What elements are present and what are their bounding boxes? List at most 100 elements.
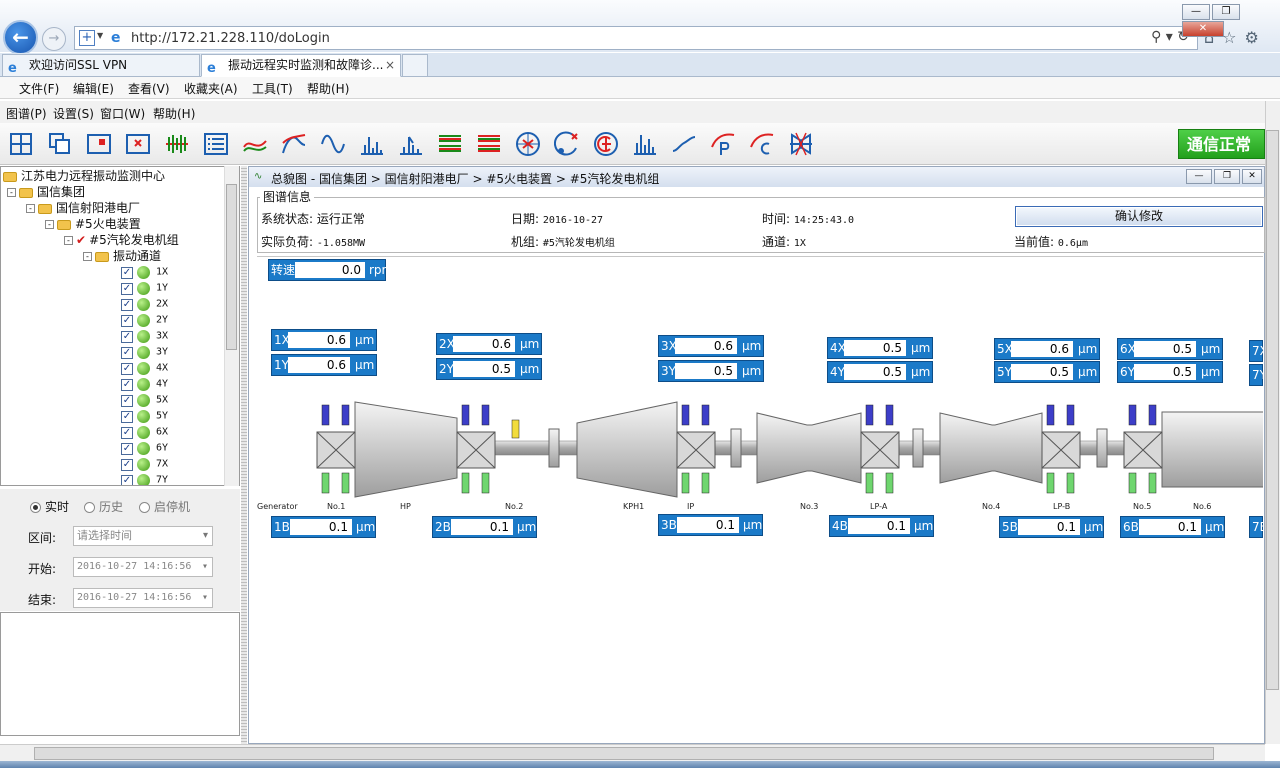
- multi-trend-red-icon[interactable]: [476, 131, 502, 157]
- probe-bottom[interactable]: [1046, 472, 1055, 494]
- probe-xy[interactable]: [1046, 404, 1055, 426]
- tree-channel-item[interactable]: ✓ 5Y: [121, 408, 168, 424]
- tree-channel-item[interactable]: ✓ 6X: [121, 424, 168, 440]
- bearing-tag[interactable]: 1B 0.1 µm: [271, 516, 376, 538]
- probe-bottom[interactable]: [1066, 472, 1075, 494]
- back-button[interactable]: ←: [3, 20, 38, 55]
- probe-bottom[interactable]: [1148, 472, 1157, 494]
- window-close-icon[interactable]: ✕: [1242, 169, 1262, 184]
- probe-xy[interactable]: [321, 404, 330, 426]
- minimize-icon[interactable]: —: [1182, 4, 1210, 20]
- cascade-windows-icon[interactable]: [47, 131, 73, 157]
- bearing-tag[interactable]: 7B: [1249, 516, 1263, 538]
- url-text[interactable]: http://172.21.228.110/doLogin: [131, 31, 330, 46]
- tree-channel-item[interactable]: ✓ 4X: [121, 360, 168, 376]
- tree-node-machine[interactable]: - ✔ #5汽轮发电机组: [64, 232, 179, 248]
- p-curve-icon[interactable]: [710, 131, 736, 157]
- checkbox-icon[interactable]: ✓: [121, 442, 133, 455]
- menu-favorites[interactable]: 收藏夹(A): [184, 80, 238, 97]
- tree-channel-item[interactable]: ✓ 2X: [121, 296, 168, 312]
- chevron-down-icon[interactable]: ▼: [97, 31, 103, 40]
- tree-node-plant[interactable]: - 国信射阳港电厂: [26, 200, 140, 216]
- trend-lines-icon[interactable]: [242, 131, 268, 157]
- window-controls[interactable]: — ❐✕: [1180, 3, 1280, 37]
- menu-file[interactable]: 文件(F): [19, 80, 59, 97]
- tree-node-channels[interactable]: - 振动通道: [83, 248, 161, 264]
- probe-bottom[interactable]: [885, 472, 894, 494]
- bode-plot-icon[interactable]: [281, 131, 307, 157]
- close-icon[interactable]: ✕: [1182, 21, 1224, 37]
- probe-bottom[interactable]: [461, 472, 470, 494]
- restore-icon[interactable]: ❐: [1212, 4, 1240, 20]
- keyphasor-probe[interactable]: [511, 419, 520, 439]
- sine-wave-icon[interactable]: [320, 131, 346, 157]
- tree-channel-item[interactable]: ✓ 1Y: [121, 280, 168, 296]
- collapse-icon[interactable]: -: [45, 220, 54, 229]
- tree-channel-item[interactable]: ✓ 6Y: [121, 440, 168, 456]
- probe-xy[interactable]: [341, 404, 350, 426]
- tree-scroll-thumb[interactable]: [226, 184, 237, 350]
- app-menu-window[interactable]: 窗口(W): [100, 105, 145, 122]
- probe-xy[interactable]: [701, 404, 710, 426]
- channel-tag[interactable]: 4X 0.5 µm: [827, 337, 933, 359]
- checkbox-icon[interactable]: ✓: [121, 346, 133, 359]
- bearing-tag[interactable]: 5B 0.1 µm: [999, 516, 1104, 538]
- probe-bottom[interactable]: [1128, 472, 1137, 494]
- c-curve-icon[interactable]: [749, 131, 775, 157]
- tree-channel-item[interactable]: ✓ 5X: [121, 392, 168, 408]
- tree-channel-item[interactable]: ✓ 4Y: [121, 376, 168, 392]
- multi-trend-icon[interactable]: [437, 131, 463, 157]
- checkbox-icon[interactable]: ✓: [121, 282, 133, 295]
- probe-bottom[interactable]: [341, 472, 350, 494]
- checkbox-icon[interactable]: ✓: [121, 362, 133, 375]
- menu-help[interactable]: 帮助(H): [307, 80, 349, 97]
- probe-bottom[interactable]: [701, 472, 710, 494]
- probe-xy[interactable]: [1066, 404, 1075, 426]
- bearing-tag[interactable]: 3B 0.1 µm: [658, 514, 763, 536]
- shaft-centerline-icon[interactable]: [554, 131, 580, 157]
- tree-root[interactable]: 江苏电力远程振动监测中心: [3, 168, 165, 184]
- collapse-icon[interactable]: -: [64, 236, 73, 245]
- tab-vibration-monitor[interactable]: e 振动远程实时监测和故障诊... ×: [201, 54, 401, 77]
- polar-plot-icon[interactable]: [593, 131, 619, 157]
- vertical-scroll-thumb[interactable]: [1266, 130, 1279, 690]
- checkbox-icon[interactable]: ✓: [121, 266, 133, 279]
- bearing-tag[interactable]: 6B 0.1 µm: [1120, 516, 1225, 538]
- radio-icon[interactable]: [139, 502, 150, 513]
- horizontal-scroll-thumb[interactable]: [34, 747, 1214, 760]
- probe-xy[interactable]: [461, 404, 470, 426]
- app-menu-help[interactable]: 帮助(H): [153, 105, 195, 122]
- tree-channel-item[interactable]: ✓ 3Y: [121, 344, 168, 360]
- horizontal-scrollbar[interactable]: [0, 744, 1265, 761]
- checkbox-icon[interactable]: ✓: [121, 378, 133, 391]
- checkbox-icon[interactable]: ✓: [121, 426, 133, 439]
- tree-node-group[interactable]: - 国信集团: [7, 184, 85, 200]
- radio-icon[interactable]: [84, 502, 95, 513]
- waveform-bars-icon[interactable]: [164, 131, 190, 157]
- channel-tag[interactable]: 6Y 0.5 µm: [1117, 361, 1223, 383]
- tree-channel-item[interactable]: ✓ 3X: [121, 328, 168, 344]
- probe-bottom[interactable]: [481, 472, 490, 494]
- checkbox-icon[interactable]: ✓: [121, 298, 133, 311]
- menu-tools[interactable]: 工具(T): [252, 80, 293, 97]
- probe-xy[interactable]: [481, 404, 490, 426]
- probe-xy[interactable]: [865, 404, 874, 426]
- tree-channel-item[interactable]: ✓ 1X: [121, 264, 168, 280]
- spectrum-bars-icon[interactable]: [359, 131, 385, 157]
- end-time-select[interactable]: 2016-10-27 14:16:56: [73, 588, 213, 608]
- channel-tag[interactable]: 2X 0.6 µm: [436, 333, 542, 355]
- app-menu-spectrum[interactable]: 图谱(P): [6, 105, 47, 122]
- channel-tag[interactable]: 7X: [1249, 340, 1263, 362]
- tab-ssl-vpn[interactable]: e 欢迎访问SSL VPN: [2, 54, 200, 77]
- list-view-icon[interactable]: [203, 131, 229, 157]
- bearing-tag[interactable]: 2B 0.1 µm: [432, 516, 537, 538]
- window-restore-icon[interactable]: ❐: [1214, 169, 1240, 184]
- mode-history[interactable]: 历史: [84, 498, 123, 515]
- tree-channel-item[interactable]: ✓ 7Y: [121, 472, 168, 485]
- probe-bottom[interactable]: [681, 472, 690, 494]
- channel-tag[interactable]: 1Y 0.6 µm: [271, 354, 377, 376]
- tree-channel-item[interactable]: ✓ 2Y: [121, 312, 168, 328]
- probe-xy[interactable]: [1128, 404, 1137, 426]
- channel-tag[interactable]: 1X 0.6 µm: [271, 329, 377, 351]
- mode-startstop[interactable]: 启停机: [139, 498, 190, 515]
